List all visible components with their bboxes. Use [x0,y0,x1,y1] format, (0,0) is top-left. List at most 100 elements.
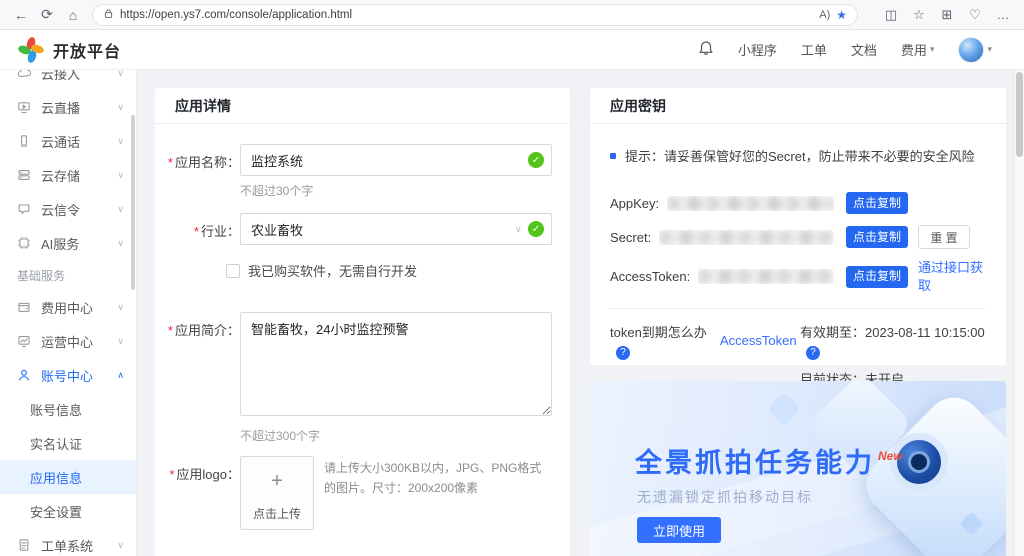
secret-value-masked [659,229,834,245]
purchased-software-option[interactable]: 我已购买软件，无需自行开发 [226,261,552,280]
app-intro-label: * 应用简介： [167,323,240,338]
caret-down-icon: ▾ [929,44,935,54]
sidebar-item-label: AI服务 [41,236,80,252]
chevron-down-icon: ∨ [117,70,124,78]
sidebar-item-label: 工单系统 [41,538,94,554]
sidebar-child-label: 实名认证 [30,436,83,452]
wallet-icon [17,300,32,314]
upload-text: 点击上传 [252,507,301,521]
copy-secret-button[interactable]: 点击复制 [846,226,908,248]
promo-banner[interactable]: 全景抓拍任务能力 New 无遗漏锁定抓拍移动目标 立即使用 [590,381,1006,556]
secret-row: Secret: 点击复制 重 置 [610,225,986,249]
token-expire-question[interactable]: token到期怎么办? [610,322,720,360]
storage-icon [17,168,32,182]
appkey-row: AppKey: 点击复制 [610,191,986,215]
sidebar-item-ticket-system[interactable]: 工单系统 ∨ [0,528,136,556]
chevron-down-icon: ∨ [117,301,124,312]
sidebar-item-billing-center[interactable]: 费用中心 ∨ [0,290,136,324]
browser-actions: ◫ ☆ ⊞ ♡ … [878,3,1016,27]
sidebar-item-operation-center[interactable]: 运营中心 ∨ [0,324,136,358]
chevron-down-icon: ∨ [117,203,124,214]
logo-upload-button[interactable]: + 点击上传 [240,456,314,530]
copy-appkey-button[interactable]: 点击复制 [846,192,908,214]
sidebar-item-realname-auth[interactable]: 实名认证 [0,426,136,460]
favorites-icon[interactable]: ☆ [906,3,932,27]
get-token-via-api-link[interactable]: 通过接口获取 [918,259,986,294]
app-name-helper: 不超过30个字 [240,184,314,198]
ai-chip-icon [17,236,32,250]
sidebar-item-application-info[interactable]: 应用信息 [0,460,136,494]
nav-ticket[interactable]: 工单 [801,40,827,59]
main-content: 应用详情 *应用名称： ✓ 不超过30个字 *行业： [137,70,1014,556]
sidebar-item-ai-service[interactable]: AI服务 ∨ [0,226,136,260]
back-icon[interactable]: ← [8,3,34,27]
caret-down-icon: ▾ [987,44,992,54]
sidebar-section-basic-services: 基础服务 [17,269,66,283]
sidebar-item-cloud-storage[interactable]: 云存储 ∨ [0,158,136,192]
user-icon [17,368,32,382]
accesstoken-doc-link[interactable]: AccessToken [720,333,797,348]
home-icon[interactable]: ⌂ [60,3,86,27]
required-mark: * [193,224,199,239]
sidebar-item-cloud-access[interactable]: 云接入 ∨ [0,70,136,90]
message-bubble-icon [17,202,32,216]
banner-subtitle: 无遗漏锁定抓拍移动目标 [637,489,813,505]
sidebar: 云接入 ∨ 云直播 ∨ 云通话 ∨ 云存储 ∨ 云信令 ∨ AI服务 ∨ 基础服… [0,70,137,556]
browser-toolbar: ← ⟳ ⌂ https://open.ys7.com/console/appli… [0,0,1024,30]
phone-icon [17,134,32,148]
app-name-input[interactable] [240,144,552,176]
bell-icon[interactable] [698,40,714,59]
question-icon[interactable]: ? [806,345,820,360]
security-tip: 提示：请妥善保管好您的Secret，防止带来不必要的安全风险 [610,146,986,165]
chevron-down-icon: ∨ [117,237,124,248]
sidebar-item-security-settings[interactable]: 安全设置 [0,494,136,528]
application-detail-panel: 应用详情 *应用名称： ✓ 不超过30个字 *行业： [155,88,570,556]
copy-accesstoken-button[interactable]: 点击复制 [846,265,908,288]
reset-secret-button[interactable]: 重 置 [918,225,970,249]
required-mark: * [167,323,173,338]
chevron-down-icon: ∨ [117,539,124,550]
sidebar-scrollbar-thumb[interactable] [131,115,135,290]
avatar[interactable] [958,36,985,63]
industry-select[interactable] [240,213,552,245]
chevron-down-icon: ∨ [117,335,124,346]
upload-hint: 请上传大小300KB以内，JPG、PNG格式的图片。尺寸：200x200像素 [324,461,542,496]
sidebar-item-cloud-call[interactable]: 云通话 ∨ [0,124,136,158]
refresh-icon[interactable]: ⟳ [34,3,60,27]
user-menu[interactable]: ▾ [958,36,992,63]
page-scrollbar-thumb[interactable] [1016,72,1023,157]
browser-essentials-icon[interactable]: ♡ [962,3,988,27]
use-now-button[interactable]: 立即使用 [637,517,722,543]
sidebar-item-account-center[interactable]: 账号中心 ∧ [0,358,136,392]
new-tag: New [878,449,903,463]
platform-logo-icon[interactable] [17,35,45,64]
split-screen-icon[interactable]: ◫ [878,3,904,27]
page-scrollbar[interactable] [1014,70,1024,556]
checkbox-label: 我已购买软件，无需自行开发 [248,264,418,279]
page-title: 开放平台 [53,43,122,61]
sidebar-item-cloud-live[interactable]: 云直播 ∨ [0,90,136,124]
token-validity: 有效期至：2023-08-11 10:15:00? [800,325,985,360]
required-mark: * [169,467,175,482]
chevron-down-icon: ∨ [117,135,124,146]
nav-docs[interactable]: 文档 [851,40,877,59]
favorite-star-icon[interactable]: ★ [836,8,847,22]
chevron-down-icon: ∨ [117,169,124,180]
question-icon[interactable]: ? [616,345,630,360]
read-aloud-icon[interactable]: A) [819,9,830,21]
sidebar-item-cloud-signal[interactable]: 云信令 ∨ [0,192,136,226]
secret-label: Secret: [610,229,652,245]
live-video-icon [17,100,32,114]
sidebar-item-account-info[interactable]: 账号信息 [0,392,136,426]
nav-billing[interactable]: 费用 ▾ [901,40,935,59]
collections-icon[interactable]: ⊞ [934,3,960,27]
secret-panel-title: 应用密钥 [590,88,1006,124]
checkbox[interactable] [226,263,240,278]
nav-mini-program[interactable]: 小程序 [738,40,777,59]
plus-icon: + [271,469,283,492]
app-intro-textarea[interactable]: 智能畜牧，24小时监控预警 [240,312,552,416]
appkey-value-masked [667,195,834,211]
sidebar-child-label: 应用信息 [30,470,83,486]
more-icon[interactable]: … [990,3,1016,27]
address-bar[interactable]: https://open.ys7.com/console/application… [92,3,858,26]
